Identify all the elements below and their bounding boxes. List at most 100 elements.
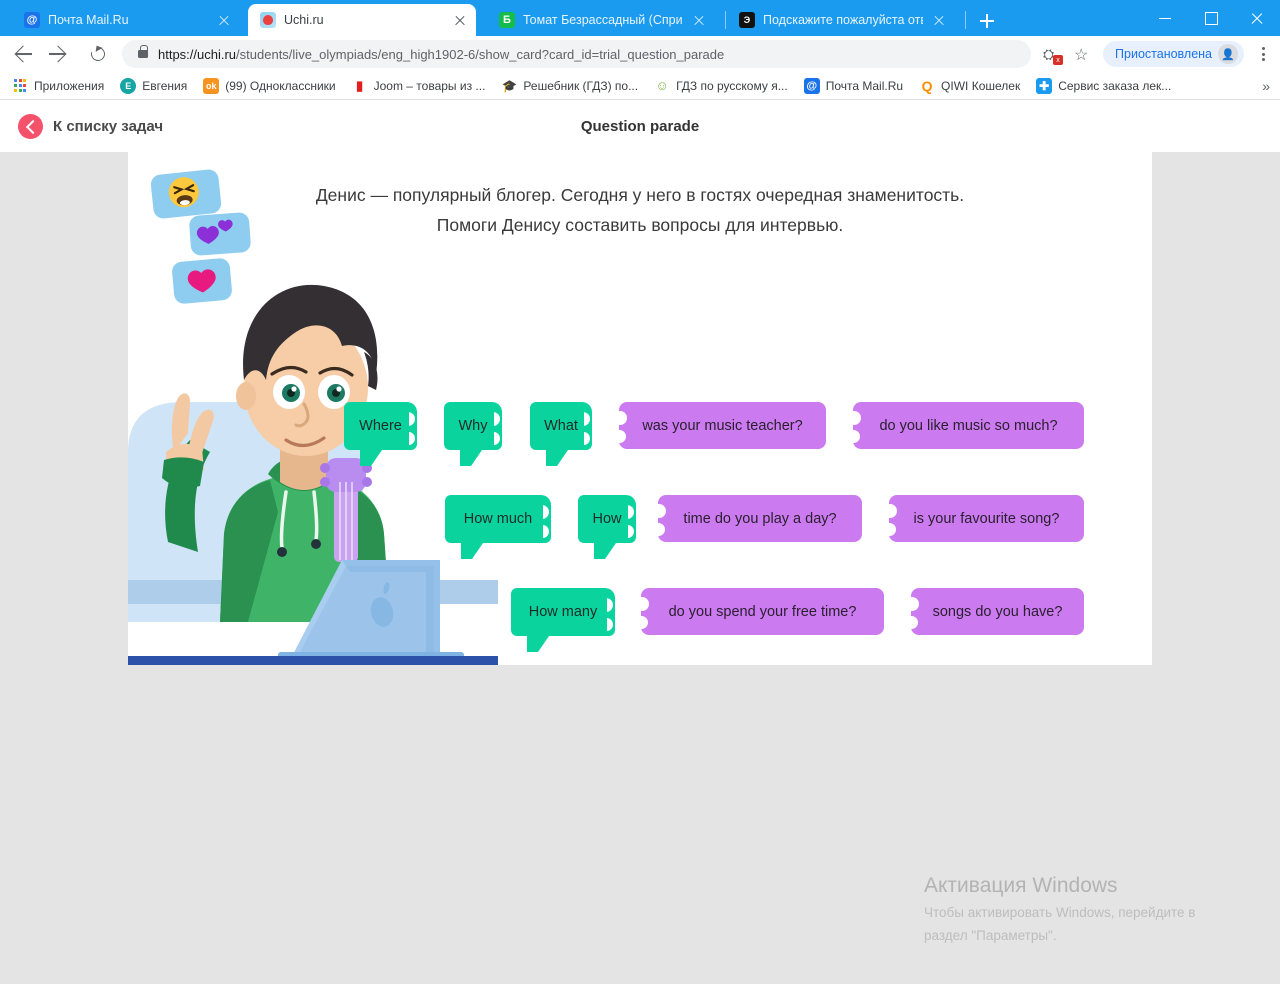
bubble-text: How: [592, 511, 622, 527]
bookmark-label: ГДЗ по русскому я...: [676, 78, 788, 93]
word-bubble[interactable]: What: [530, 402, 593, 466]
window-controls: [1142, 0, 1280, 36]
phrase-bubble[interactable]: do you like music so much?: [847, 402, 1084, 449]
task-card: Денис — популярный блогер. Сегодня у нег…: [128, 152, 1152, 665]
url-path: /students/live_olympiads/eng_high1902-6/…: [236, 46, 725, 62]
reload-button[interactable]: [82, 38, 114, 70]
bookmarks-overflow-button[interactable]: »: [1262, 78, 1270, 94]
bubble-text: What: [544, 418, 578, 434]
bubble-notch: [584, 402, 593, 450]
bookmark-label: Приложения: [34, 78, 105, 93]
bookmark-label: Joom – товары из ...: [373, 78, 486, 93]
bubble-notch: [652, 495, 667, 542]
browser-tab-0[interactable]: Почта Mail.Ru: [12, 4, 240, 36]
bookmark-label: Сервис заказа лек...: [1058, 78, 1172, 93]
qiwi-icon: Q: [919, 77, 936, 94]
extension-badge: x: [1053, 55, 1064, 65]
page-content: К списку задач Question parade Денис — п…: [0, 100, 1280, 984]
bubble-notch: [494, 402, 503, 450]
bookmark-evgeniya[interactable]: E Евгения: [120, 77, 188, 94]
bubble-notch: [883, 495, 898, 542]
task-stage: Денис — популярный блогер. Сегодня у нег…: [0, 152, 1280, 984]
tab-strip: Почта Mail.Ru Uchi.ru Томат Безрассадный…: [0, 0, 1280, 36]
bubble-text: is your favourite song?: [913, 510, 1060, 527]
bubble-notch: [628, 495, 637, 543]
phrase-bubble[interactable]: songs do you have?: [905, 588, 1084, 635]
bubble-notch: [409, 402, 418, 450]
word-bubble[interactable]: How: [578, 495, 637, 559]
bookmarks-bar: Приложения E Евгения ok (99) Одноклассни…: [0, 72, 1280, 100]
word-bubble[interactable]: Why: [444, 402, 503, 466]
new-tab-button[interactable]: [975, 9, 999, 33]
maximize-button[interactable]: [1188, 0, 1234, 36]
phrase-bubble[interactable]: time do you play a day?: [652, 495, 862, 542]
teal-circle-icon: E: [120, 77, 137, 94]
plus-cross-icon: ✚: [1036, 77, 1053, 94]
joom-icon: ▮: [351, 77, 368, 94]
extension-blocked-icon[interactable]: ⛭ x: [1039, 41, 1065, 67]
bookmark-label: Евгения: [142, 78, 188, 93]
url-input[interactable]: https://uchi.ru/students/live_olympiads/…: [122, 40, 1032, 68]
tab-title: Подскажите пожалуйста ответ,: [763, 13, 923, 27]
bubble-text: Why: [458, 418, 488, 434]
close-icon[interactable]: [452, 12, 468, 28]
smiley-icon: ☺: [654, 77, 671, 94]
bookmark-gdz-russian[interactable]: ☺ ГДЗ по русскому я...: [654, 77, 788, 94]
phrase-bubble[interactable]: do you spend your free time?: [635, 588, 884, 635]
profile-status-pill[interactable]: Приостановлена 👤: [1103, 41, 1244, 67]
bookmark-reshebnik[interactable]: 🎓 Решебник (ГДЗ) по...: [501, 77, 638, 94]
bookmark-label: QIWI Кошелек: [941, 78, 1021, 93]
omnibox-actions: ⛭ x ☆ Приостановлена 👤: [1039, 41, 1280, 67]
url-origin: https://uchi.ru: [158, 46, 237, 62]
browser-tab-2[interactable]: Томат Безрассадный (Спринт-2: [487, 4, 715, 36]
word-bubble[interactable]: Where: [344, 402, 418, 466]
uchi-icon: [260, 12, 276, 28]
url-text: https://uchi.ru/students/live_olympiads/…: [158, 47, 724, 62]
bubble-notch: [847, 402, 862, 449]
bookmark-qiwi[interactable]: Q QIWI Кошелек: [919, 77, 1021, 94]
tab-divider: [965, 11, 966, 29]
phrase-bubble[interactable]: was your music teacher?: [613, 402, 826, 449]
bookmark-star-icon[interactable]: ☆: [1069, 41, 1095, 67]
bubble-notch: [905, 588, 920, 635]
word-bubble[interactable]: How much: [445, 495, 552, 559]
bubble-text: time do you play a day?: [683, 510, 837, 527]
chrome-menu-icon[interactable]: [1250, 41, 1276, 67]
word-bubble[interactable]: How many: [511, 588, 616, 652]
back-button[interactable]: [6, 38, 38, 70]
lock-icon: [138, 45, 148, 58]
bookmark-joom[interactable]: ▮ Joom – товары из ...: [351, 77, 486, 94]
tab-title: Почта Mail.Ru: [48, 13, 129, 27]
bubble-notch: [613, 402, 628, 449]
bookmark-odnoklassniki[interactable]: ok (99) Одноклассники: [203, 77, 336, 94]
phrase-bubble[interactable]: is your favourite song?: [883, 495, 1084, 542]
close-window-button[interactable]: [1234, 0, 1280, 36]
browser-window: Почта Mail.Ru Uchi.ru Томат Безрассадный…: [0, 0, 1280, 984]
browser-tab-1[interactable]: Uchi.ru: [248, 4, 476, 36]
forward-button[interactable]: [44, 38, 76, 70]
black-e-icon: [739, 12, 755, 28]
blogger-illustration: [128, 169, 498, 665]
minimize-button[interactable]: [1142, 0, 1188, 36]
bookmark-label: (99) Одноклассники: [225, 78, 336, 93]
avatar: 👤: [1218, 44, 1238, 64]
close-icon[interactable]: [216, 12, 232, 28]
bubble-text: Where: [359, 418, 402, 434]
app-header: К списку задач Question parade: [0, 100, 1280, 152]
tab-title: Uchi.ru: [284, 13, 324, 27]
odnoklassniki-icon: ok: [203, 77, 220, 94]
bubble-text: do you like music so much?: [879, 417, 1058, 434]
bubble-notch: [635, 588, 650, 635]
address-bar-row: https://uchi.ru/students/live_olympiads/…: [0, 36, 1280, 72]
close-icon[interactable]: [931, 12, 947, 28]
bookmark-mail[interactable]: Почта Mail.Ru: [803, 77, 903, 94]
bookmark-pharmacy[interactable]: ✚ Сервис заказа лек...: [1036, 77, 1172, 94]
tab-title: Томат Безрассадный (Спринт-2: [523, 13, 683, 27]
browser-tab-3[interactable]: Подскажите пожалуйста ответ,: [727, 4, 955, 36]
bookmark-apps[interactable]: Приложения: [12, 78, 104, 94]
close-icon[interactable]: [691, 12, 707, 28]
bubble-text: How much: [463, 511, 533, 527]
bubble-text: songs do you have?: [932, 603, 1063, 620]
bubble-text: was your music teacher?: [642, 417, 803, 434]
bubble-text: do you spend your free time?: [668, 603, 857, 620]
